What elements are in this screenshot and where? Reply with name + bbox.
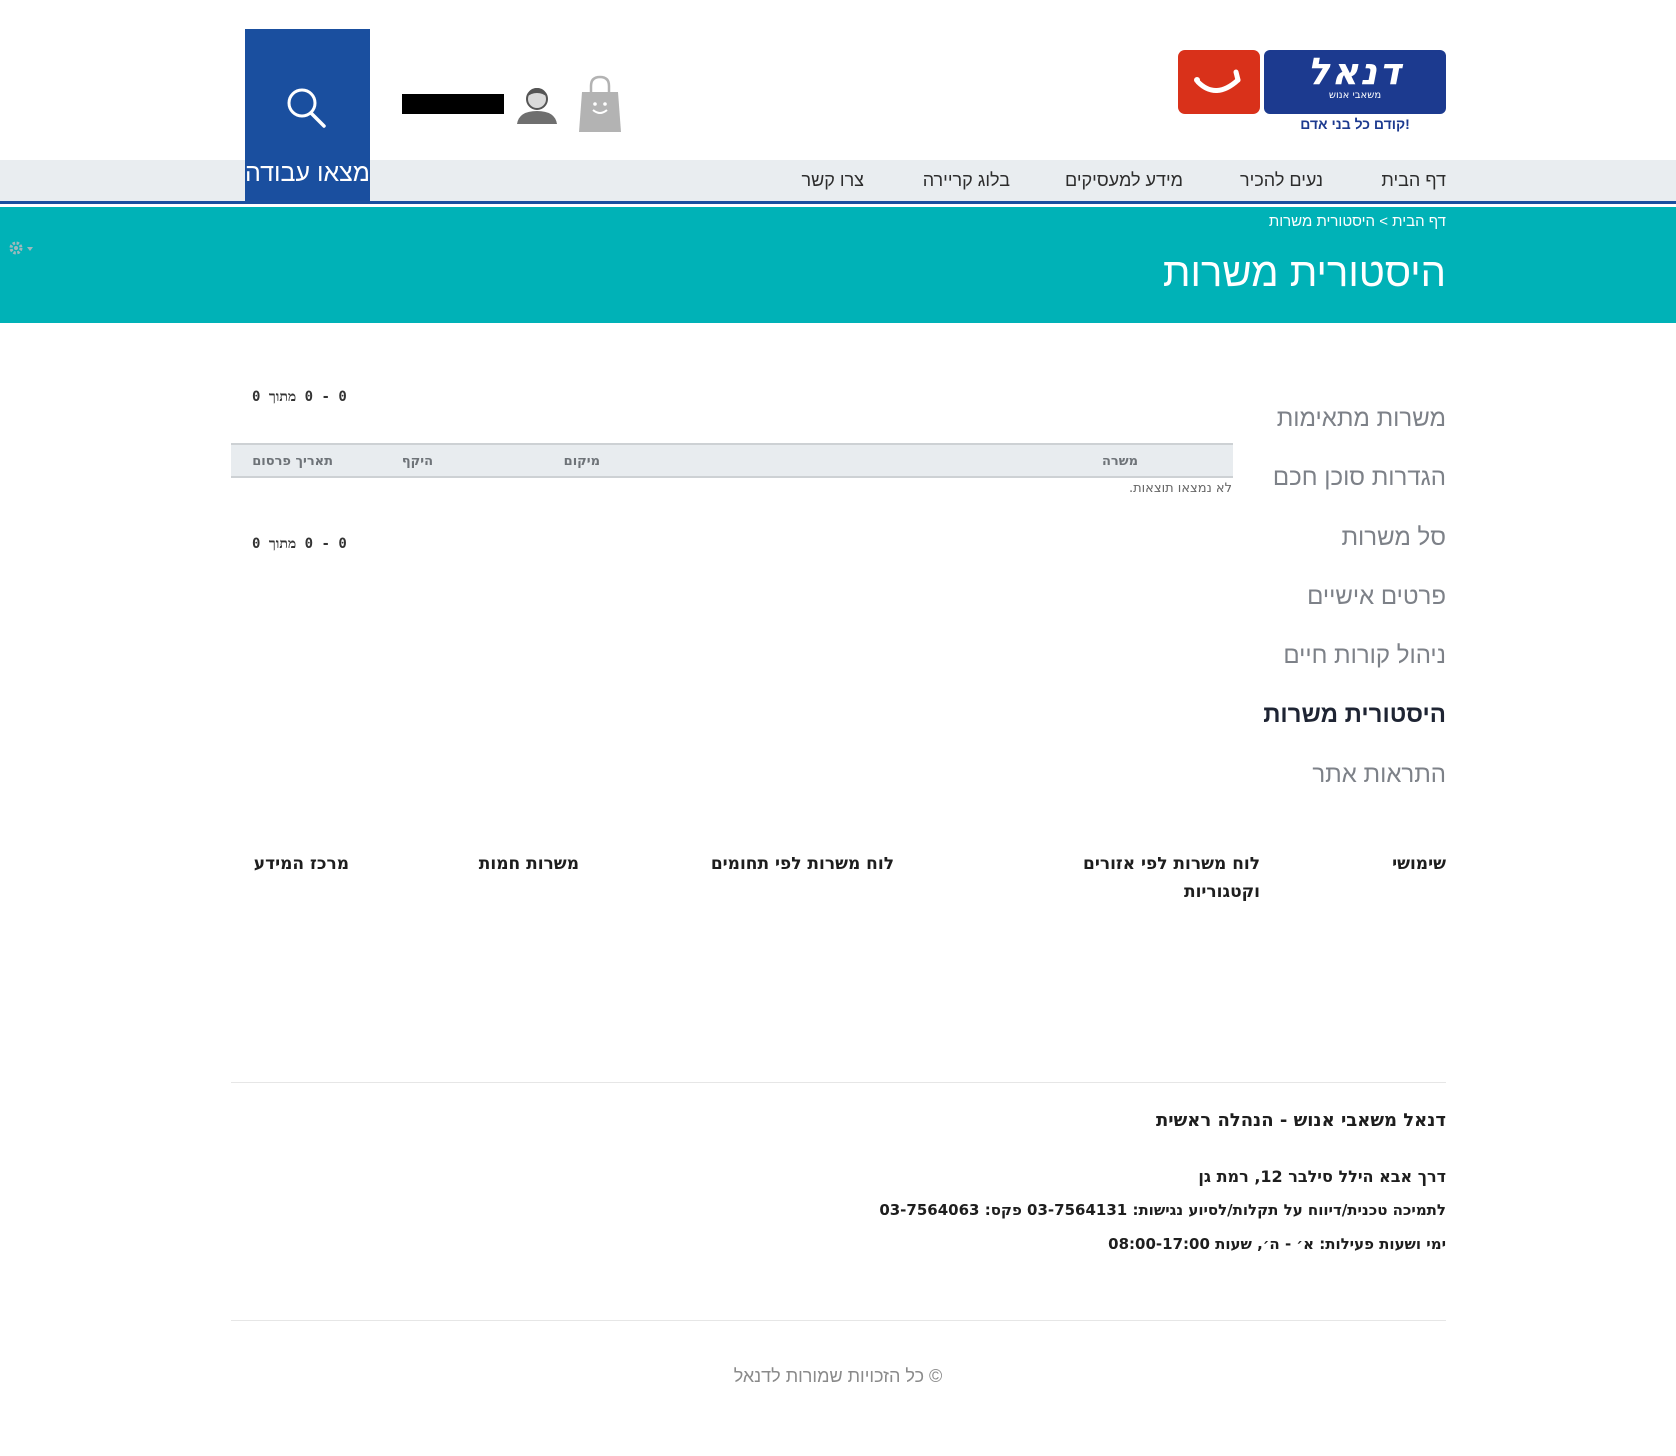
column-publish-date[interactable]: תאריך פרסום: [252, 454, 333, 469]
empty-results-message: לא נמצאו תוצאות.: [1128, 481, 1232, 496]
logo-tagline: קודם כל בני אדם!: [1300, 116, 1410, 132]
footer-link-by-region-line1: לוח משרות לפי אזורים: [1083, 854, 1260, 874]
search-icon: [287, 88, 326, 128]
logo-brand: דנאל: [1307, 50, 1403, 93]
pager-top: 0 - 0 מתוך 0: [252, 389, 347, 405]
user-icon[interactable]: [515, 84, 559, 126]
pager-bottom: 0 - 0 מתוך 0: [252, 536, 347, 552]
logo-subtitle: משאבי אנוש: [1328, 90, 1382, 101]
gear-icon[interactable]: [8, 239, 36, 257]
footer-link-useful[interactable]: שימושי: [1392, 850, 1446, 878]
footer-divider-top: [231, 1082, 1446, 1083]
column-scope[interactable]: היקף: [402, 454, 433, 469]
company-address: דרך אבא הילל סילבר 12, רמת גן: [1198, 1167, 1446, 1186]
company-name: דנאל משאבי אנוש - הנהלה ראשית: [1155, 1110, 1446, 1131]
logo-brand-box: דנאל משאבי אנוש: [1264, 50, 1446, 114]
sidebar-item-jobs-history[interactable]: היסטורית משרות: [1146, 701, 1446, 760]
user-name[interactable]: [402, 94, 504, 114]
sidebar-item-personal-details[interactable]: פרטים אישיים: [1146, 583, 1446, 642]
shopping-bag-icon[interactable]: [578, 74, 622, 134]
copyright-text: © כל הזכויות שמורות לדנאל: [733, 1366, 943, 1386]
company-support-phones: לתמיכה טכנית/דיווח על תקלות/לסיוע נגישות…: [879, 1201, 1446, 1219]
page-title: היסטורית משרות: [1162, 251, 1446, 295]
footer-divider-bottom: [231, 1320, 1446, 1321]
footer-link-by-region[interactable]: לוח משרות לפי אזורים וקטגוריות: [1083, 850, 1260, 906]
breadcrumb: דף הבית > היסטורית משרות: [1269, 213, 1446, 230]
page-banner: דף הבית > היסטורית משרות היסטורית משרות: [0, 207, 1676, 323]
results-table-header: משרה מיקום היקף תאריך פרסום: [231, 443, 1233, 478]
column-job[interactable]: משרה: [1102, 454, 1138, 469]
nav-item-contact[interactable]: צרו קשר: [802, 170, 864, 191]
site-header: מצאו עבודה דנאל משאבי אנוש קודם כל בני א…: [0, 0, 1676, 204]
company-hours: ימי ושעות פעילות: א׳ - ה׳, שעות 08:00-17…: [1108, 1235, 1446, 1253]
footer-link-info-center[interactable]: מרכז המידע: [254, 850, 349, 878]
footer-link-by-region-line2: וקטגוריות: [1183, 882, 1260, 902]
find-job-button[interactable]: מצאו עבודה: [245, 29, 370, 204]
column-location[interactable]: מיקום: [564, 454, 600, 469]
nav-item-about[interactable]: נעים להכיר: [1240, 170, 1323, 191]
sidebar-item-jobs-basket[interactable]: סל משרות: [1146, 524, 1446, 583]
breadcrumb-current: היסטורית משרות: [1268, 213, 1376, 230]
find-job-label: מצאו עבודה: [245, 159, 370, 187]
sidebar-item-resume-management[interactable]: ניהול קורות חיים: [1146, 642, 1446, 701]
sidebar-item-site-alerts[interactable]: התראות אתר: [1146, 761, 1446, 820]
nav-item-home[interactable]: דף הבית: [1381, 170, 1446, 191]
footer-link-by-field[interactable]: לוח משרות לפי תחומים: [711, 850, 894, 878]
nav-item-employers[interactable]: מידע למעסיקים: [1065, 170, 1183, 191]
danel-logo[interactable]: דנאל משאבי אנוש קודם כל בני אדם!: [1178, 50, 1446, 132]
footer-link-hot-jobs[interactable]: משרות חמות: [479, 850, 579, 878]
breadcrumb-home[interactable]: דף הבית: [1392, 213, 1446, 230]
smile-icon: [1178, 50, 1260, 114]
breadcrumb-separator: >: [1379, 213, 1388, 230]
nav-item-blog[interactable]: בלוג קריירה: [923, 170, 1010, 191]
